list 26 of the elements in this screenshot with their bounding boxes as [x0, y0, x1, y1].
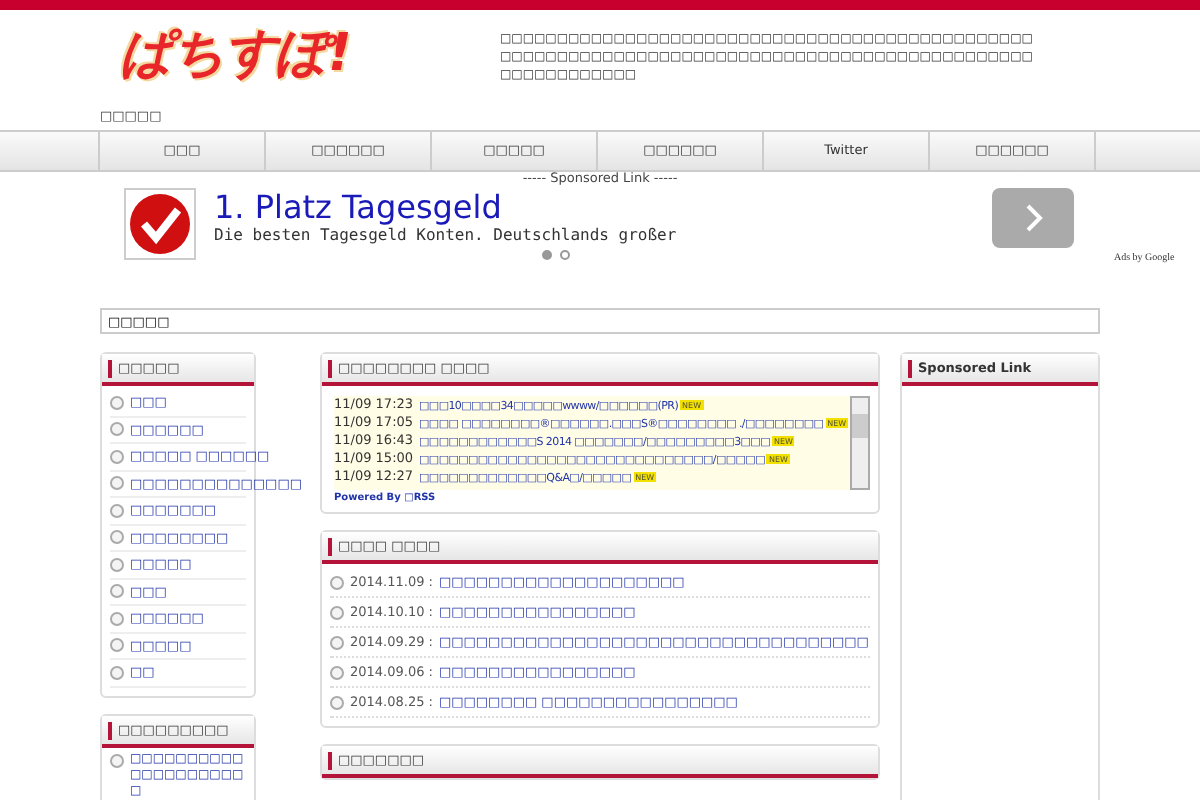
bullet-icon — [110, 503, 124, 518]
bullet-icon — [110, 753, 124, 767]
bullet-icon — [330, 605, 344, 619]
bullet-icon — [110, 395, 124, 410]
ad-text: Die besten Tagesgeld Konten. Deutschlands großer — [214, 226, 679, 246]
next-button[interactable] — [992, 188, 1074, 248]
page-dot[interactable] — [542, 250, 552, 260]
bullet-icon — [110, 611, 124, 626]
chevron-right-icon — [1023, 204, 1043, 232]
bullet-icon — [110, 449, 124, 464]
bullet-icon — [110, 638, 124, 653]
bullet-icon — [330, 575, 344, 589]
bullet-icon — [330, 635, 344, 649]
bullet-icon — [110, 557, 124, 572]
bullet-icon — [110, 422, 124, 437]
checkmark-icon — [124, 188, 196, 260]
bullet-icon — [110, 584, 124, 599]
page-dot[interactable] — [560, 250, 570, 260]
bullet-icon — [330, 665, 344, 679]
bullet-icon — [110, 476, 124, 491]
site-logo[interactable]: ぱちすぽ! — [120, 26, 500, 102]
scrollbar[interactable] — [850, 396, 870, 490]
bullet-icon — [330, 695, 344, 709]
ad-title[interactable]: 1. Platz Tagesgeld — [214, 188, 754, 226]
bullet-icon — [110, 530, 124, 545]
bullet-icon — [110, 665, 124, 680]
